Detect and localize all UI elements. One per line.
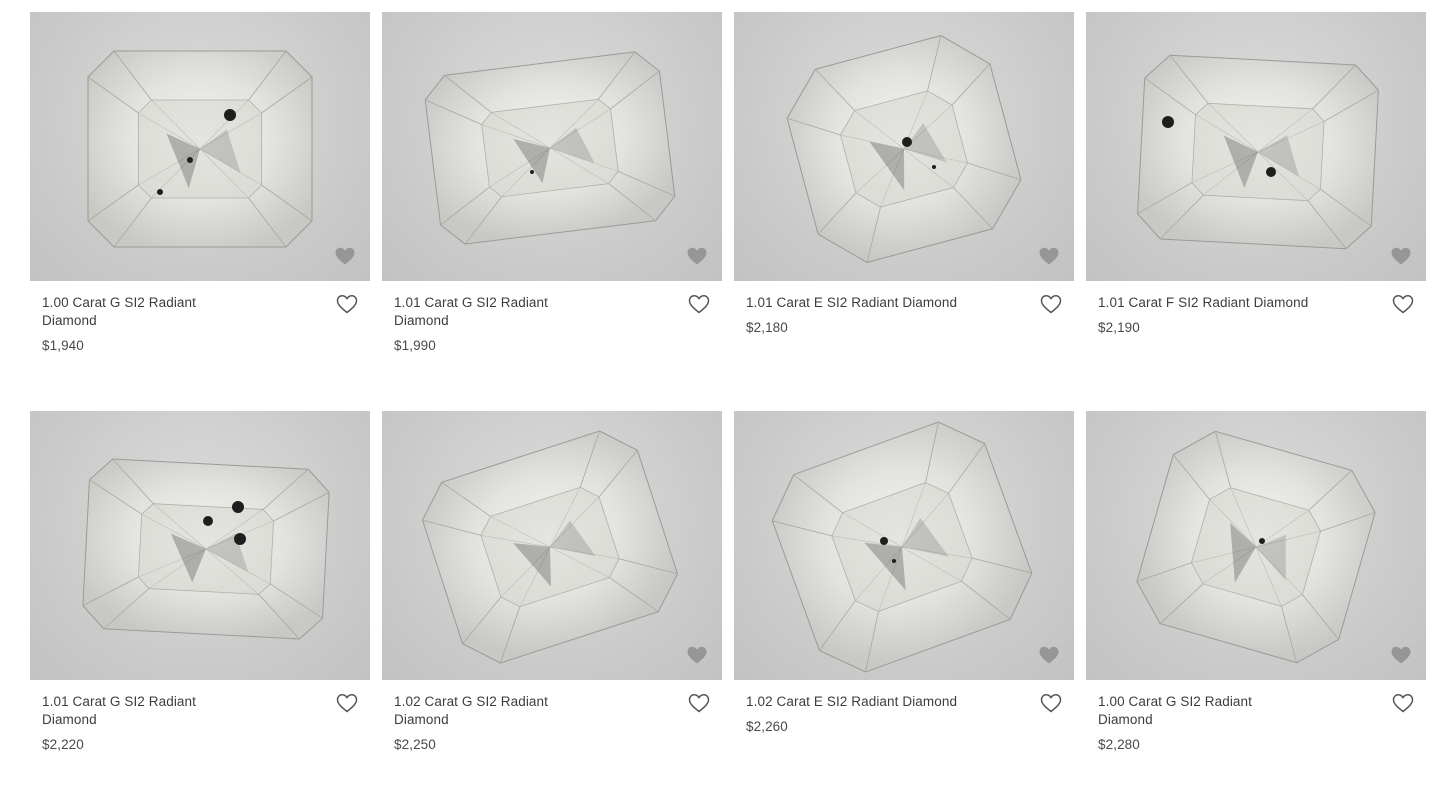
product-price: $2,280 (1098, 737, 1140, 752)
product-grid: 1.00 Carat G SI2 Radiant Diamond $1,940 … (30, 12, 1426, 757)
product-info: 1.01 Carat E SI2 Radiant Diamond $2,180 (734, 281, 1074, 394)
product-card[interactable]: 1.01 Carat F SI2 Radiant Diamond $2,190 (1086, 12, 1426, 411)
product-info: 1.00 Carat G SI2 Radiant Diamond $2,280 (1086, 680, 1426, 793)
product-card[interactable]: 1.00 Carat G SI2 Radiant Diamond $2,280 (1086, 411, 1426, 757)
product-card[interactable]: 1.02 Carat E SI2 Radiant Diamond $2,260 (734, 411, 1074, 757)
product-card[interactable]: 1.01 Carat E SI2 Radiant Diamond $2,180 (734, 12, 1074, 411)
product-image[interactable] (30, 411, 370, 680)
product-info: 1.01 Carat F SI2 Radiant Diamond $2,190 (1086, 281, 1426, 394)
inclusion-spot (234, 533, 246, 545)
inclusion-spot (880, 537, 888, 545)
product-image[interactable] (382, 12, 722, 281)
heart-watermark-icon (687, 247, 707, 265)
product-title[interactable]: 1.00 Carat G SI2 Radiant Diamond (1098, 693, 1273, 729)
heart-watermark-icon (1039, 247, 1059, 265)
product-title[interactable]: 1.02 Carat E SI2 Radiant Diamond (746, 693, 1006, 711)
diamond-photo (424, 51, 676, 245)
product-card[interactable]: 1.01 Carat G SI2 Radiant Diamond $2,220 (30, 411, 370, 757)
heart-watermark-icon (335, 247, 355, 265)
heart-outline-icon[interactable] (1040, 693, 1062, 713)
inclusion-spot (902, 137, 912, 147)
product-info: 1.01 Carat G SI2 Radiant Diamond $1,990 (382, 281, 722, 394)
diamond-photo (87, 50, 313, 248)
product-title[interactable]: 1.01 Carat G SI2 Radiant Diamond (394, 294, 569, 330)
heart-outline-glyph (336, 295, 358, 314)
heart-watermark-icon (1391, 247, 1411, 265)
inclusion-spot (892, 559, 896, 563)
inclusion-spot (157, 189, 163, 195)
inclusion-spot (232, 501, 244, 513)
inclusion-spot (224, 109, 236, 121)
heart-outline-icon[interactable] (688, 693, 710, 713)
diamond-photo (771, 421, 1033, 673)
heart-outline-glyph (688, 295, 710, 314)
diamond-photo (82, 458, 330, 640)
product-info: 1.00 Carat G SI2 Radiant Diamond $1,940 (30, 281, 370, 394)
inclusion-spot (203, 516, 213, 526)
product-price: $1,940 (42, 338, 84, 353)
inclusion-spot (932, 165, 936, 169)
inclusion-spot (530, 170, 534, 174)
product-image[interactable] (30, 12, 370, 281)
diamond-photo (1137, 54, 1379, 250)
heart-watermark-icon (1039, 646, 1059, 664)
heart-outline-icon[interactable] (336, 693, 358, 713)
inclusion-spot (1259, 538, 1265, 544)
heart-outline-glyph (1392, 694, 1414, 713)
product-price: $2,260 (746, 719, 788, 734)
product-price: $2,190 (1098, 320, 1140, 335)
inclusion-spot (1162, 116, 1174, 128)
product-card[interactable]: 1.01 Carat G SI2 Radiant Diamond $1,990 (382, 12, 722, 411)
product-image[interactable] (1086, 411, 1426, 680)
product-title[interactable]: 1.01 Carat E SI2 Radiant Diamond (746, 294, 1006, 312)
heart-outline-icon[interactable] (1040, 294, 1062, 314)
diamond-photo (786, 35, 1022, 263)
inclusion-spot (1266, 167, 1276, 177)
heart-outline-icon[interactable] (1392, 294, 1414, 314)
heart-outline-icon[interactable] (1392, 693, 1414, 713)
inclusion-spot (187, 157, 193, 163)
heart-outline-glyph (688, 694, 710, 713)
product-price: $2,220 (42, 737, 84, 752)
product-info: 1.02 Carat E SI2 Radiant Diamond $2,260 (734, 680, 1074, 793)
diamond-photo (1136, 430, 1376, 664)
product-card[interactable]: 1.02 Carat G SI2 Radiant Diamond $2,250 (382, 411, 722, 757)
product-image[interactable] (1086, 12, 1426, 281)
product-price: $2,250 (394, 737, 436, 752)
heart-outline-glyph (1040, 295, 1062, 314)
heart-outline-glyph (336, 694, 358, 713)
heart-outline-glyph (1040, 694, 1062, 713)
product-image[interactable] (382, 411, 722, 680)
product-info: 1.02 Carat G SI2 Radiant Diamond $2,250 (382, 680, 722, 793)
product-title[interactable]: 1.01 Carat F SI2 Radiant Diamond (1098, 294, 1358, 312)
heart-watermark-icon (1391, 646, 1411, 664)
product-price: $2,180 (746, 320, 788, 335)
product-info: 1.01 Carat G SI2 Radiant Diamond $2,220 (30, 680, 370, 793)
product-title[interactable]: 1.02 Carat G SI2 Radiant Diamond (394, 693, 569, 729)
product-title[interactable]: 1.00 Carat G SI2 Radiant Diamond (42, 294, 217, 330)
product-title[interactable]: 1.01 Carat G SI2 Radiant Diamond (42, 693, 217, 729)
heart-outline-icon[interactable] (336, 294, 358, 314)
heart-outline-glyph (1392, 295, 1414, 314)
product-image[interactable] (734, 12, 1074, 281)
product-price: $1,990 (394, 338, 436, 353)
product-image[interactable] (734, 411, 1074, 680)
product-card[interactable]: 1.00 Carat G SI2 Radiant Diamond $1,940 (30, 12, 370, 411)
heart-outline-icon[interactable] (688, 294, 710, 314)
diamond-photo (421, 430, 679, 664)
heart-watermark-icon (687, 646, 707, 664)
